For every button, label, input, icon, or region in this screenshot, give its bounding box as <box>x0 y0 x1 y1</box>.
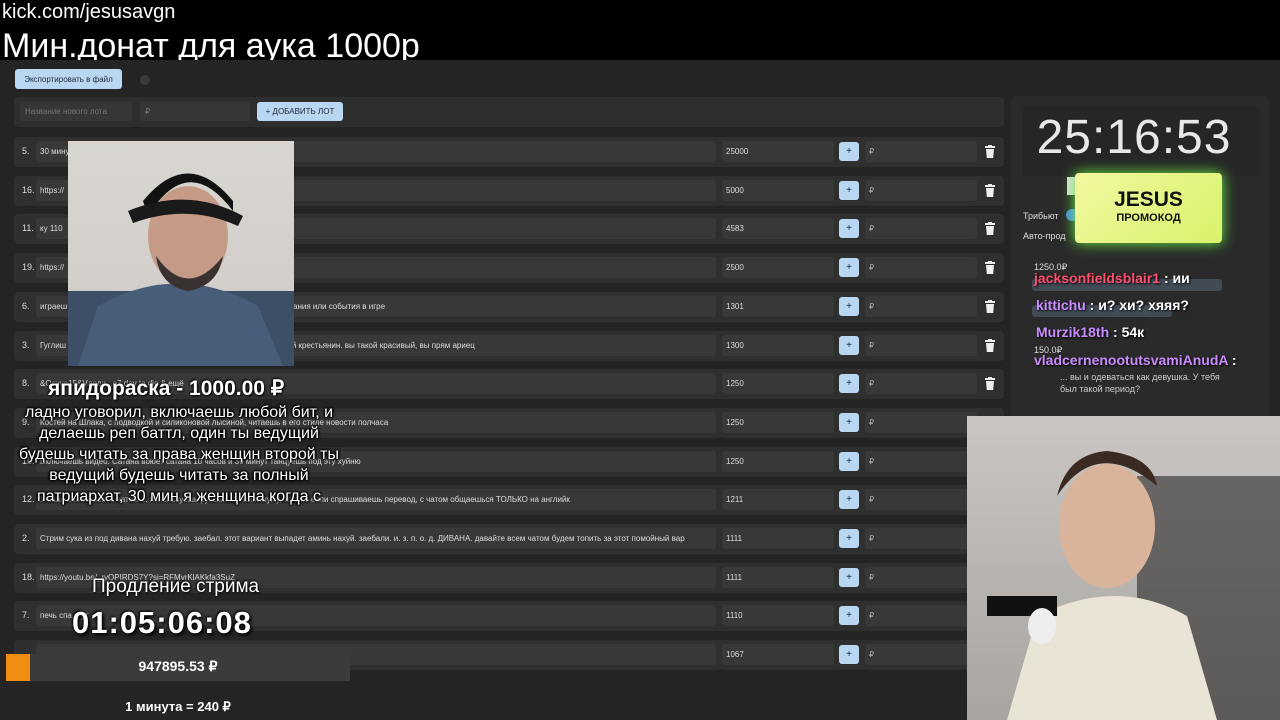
add-amount-button[interactable]: + <box>839 336 859 355</box>
add-amount-input[interactable]: ₽ <box>865 412 977 433</box>
lot-amount-field[interactable]: 1301 <box>722 296 834 317</box>
lot-number: 7. <box>22 610 30 620</box>
trash-icon[interactable] <box>985 377 995 390</box>
chat-text: : <box>1227 352 1237 368</box>
chat-message: jacksonfieldsblair1 : ии <box>1034 270 1190 286</box>
lot-number: 8. <box>22 378 30 388</box>
add-amount-input[interactable]: ₽ <box>865 644 977 665</box>
trash-icon[interactable] <box>985 145 995 158</box>
add-amount-button[interactable]: + <box>839 258 859 277</box>
add-amount-input[interactable]: ₽ <box>865 528 977 549</box>
lot-amount-field[interactable]: 1111 <box>722 567 834 588</box>
lot-name-input[interactable] <box>20 102 132 121</box>
trash-icon[interactable] <box>985 261 995 274</box>
chat-username: jacksonfieldsblair1 <box>1034 270 1161 286</box>
lot-amount-field[interactable]: 1250 <box>722 451 834 472</box>
lot-amount-field[interactable]: 1211 <box>722 489 834 510</box>
donation-title: япидораска - 1000.00 ₽ <box>48 377 285 400</box>
lot-amount-field[interactable]: 1300 <box>722 335 834 356</box>
lot-number: 5. <box>22 146 30 156</box>
donation-message: ладно уговорил, включаешь любой бит, и д… <box>18 404 340 505</box>
lot-number: 2. <box>22 533 30 543</box>
lot-amount-field[interactable]: 4583 <box>722 218 834 239</box>
export-button[interactable]: Экспортировать в файл <box>15 69 122 89</box>
add-amount-input[interactable]: ₽ <box>865 296 977 317</box>
add-amount-button[interactable]: + <box>839 219 859 238</box>
lot-amount-field[interactable]: 1111 <box>722 528 834 549</box>
add-amount-button[interactable]: + <box>839 297 859 316</box>
promo-badge: JESUS ПРОМОКОД <box>1075 173 1222 243</box>
chat-username: vladcernenootutsvamiAnudA <box>1034 352 1228 368</box>
status-dot <box>140 75 150 85</box>
pause-icon[interactable] <box>1067 177 1075 195</box>
add-amount-button[interactable]: + <box>839 606 859 625</box>
add-amount-input[interactable]: ₽ <box>865 335 977 356</box>
total-amount: 947895.53 ₽ <box>138 658 218 674</box>
add-amount-button[interactable]: + <box>839 452 859 471</box>
chat-text: : и? хи? хяяя? <box>1085 297 1189 313</box>
extension-timer: 01:05:06:08 <box>72 605 252 640</box>
promo-title: JESUS <box>1114 188 1183 211</box>
chat-username: Murzik18th <box>1036 324 1110 340</box>
lot-amount-field[interactable]: 5000 <box>722 180 834 201</box>
promo-subtitle: ПРОМОКОД <box>1116 212 1181 224</box>
add-amount-input[interactable]: ₽ <box>865 180 977 201</box>
add-lot-button[interactable]: + ДОБАВИТЬ ЛОТ <box>257 102 343 121</box>
add-amount-button[interactable]: + <box>839 490 859 509</box>
add-amount-button[interactable]: + <box>839 529 859 548</box>
add-amount-button[interactable]: + <box>839 374 859 393</box>
lot-amount-field[interactable]: 2500 <box>722 257 834 278</box>
chat-text: : 54к <box>1109 324 1145 340</box>
lot-amount-field[interactable]: 1067 <box>722 644 834 665</box>
add-amount-button[interactable]: + <box>839 181 859 200</box>
auction-timer: 25:16:53 <box>1036 111 1232 164</box>
chat-message: vladcernenootutsvamiAnudA : <box>1034 352 1237 368</box>
chat-subtext: ... вы и одеваться как девушка. У тебя б… <box>1060 372 1220 394</box>
lot-number: 16. <box>22 185 35 195</box>
trash-icon[interactable] <box>985 184 995 197</box>
add-amount-input[interactable]: ₽ <box>865 218 977 239</box>
lot-amount-input[interactable] <box>140 102 250 121</box>
extension-label: Продление стрима <box>92 576 260 597</box>
rate-text: 1 минута = 240 ₽ <box>125 699 231 714</box>
add-amount-input[interactable]: ₽ <box>865 373 977 394</box>
person-illustration <box>987 451 1280 720</box>
stream-url: kick.com/jesusavgn <box>2 1 176 23</box>
trash-icon[interactable] <box>985 300 995 313</box>
lot-number: 6. <box>22 301 30 311</box>
add-amount-button[interactable]: + <box>839 645 859 664</box>
lot-row: 2. Стрим сука из под дивана нахуй требую.… <box>14 524 1004 554</box>
tribute-label: Трибьют <box>1023 211 1059 221</box>
lot-amount-field[interactable]: 1250 <box>722 412 834 433</box>
add-amount-input[interactable]: ₽ <box>865 257 977 278</box>
lot-number: 19. <box>22 262 35 272</box>
lot-amount-field[interactable]: 25000 <box>722 141 834 162</box>
chat-message: kittichu : и? хи? хяяя? <box>1036 297 1189 313</box>
lot-number: 3. <box>22 340 30 350</box>
chat-username: kittichu <box>1036 297 1086 313</box>
webcam-streamer <box>68 141 294 366</box>
lot-number: 11. <box>22 223 34 233</box>
lot-amount-field[interactable]: 1110 <box>722 605 834 626</box>
add-amount-input[interactable]: ₽ <box>865 605 977 626</box>
chat-message: Murzik18th : 54к <box>1036 324 1144 340</box>
add-amount-input[interactable]: ₽ <box>865 451 977 472</box>
webcam-guest <box>967 416 1280 720</box>
auto-extend-label: Авто-прод <box>1023 231 1066 241</box>
trash-icon[interactable] <box>985 222 995 235</box>
add-amount-button[interactable]: + <box>839 568 859 587</box>
add-amount-input[interactable]: ₽ <box>865 141 977 162</box>
add-amount-button[interactable]: + <box>839 142 859 161</box>
add-amount-input[interactable]: ₽ <box>865 567 977 588</box>
chat-text: : ии <box>1160 270 1190 286</box>
add-amount-input[interactable]: ₽ <box>865 489 977 510</box>
add-amount-button[interactable]: + <box>839 413 859 432</box>
person-illustration <box>68 173 294 366</box>
lot-name-field[interactable]: Стрим сука из под дивана нахуй требую. з… <box>36 528 716 549</box>
lot-number: 18. <box>22 572 35 582</box>
trash-icon[interactable] <box>985 339 995 352</box>
lot-amount-field[interactable]: 1250 <box>722 373 834 394</box>
